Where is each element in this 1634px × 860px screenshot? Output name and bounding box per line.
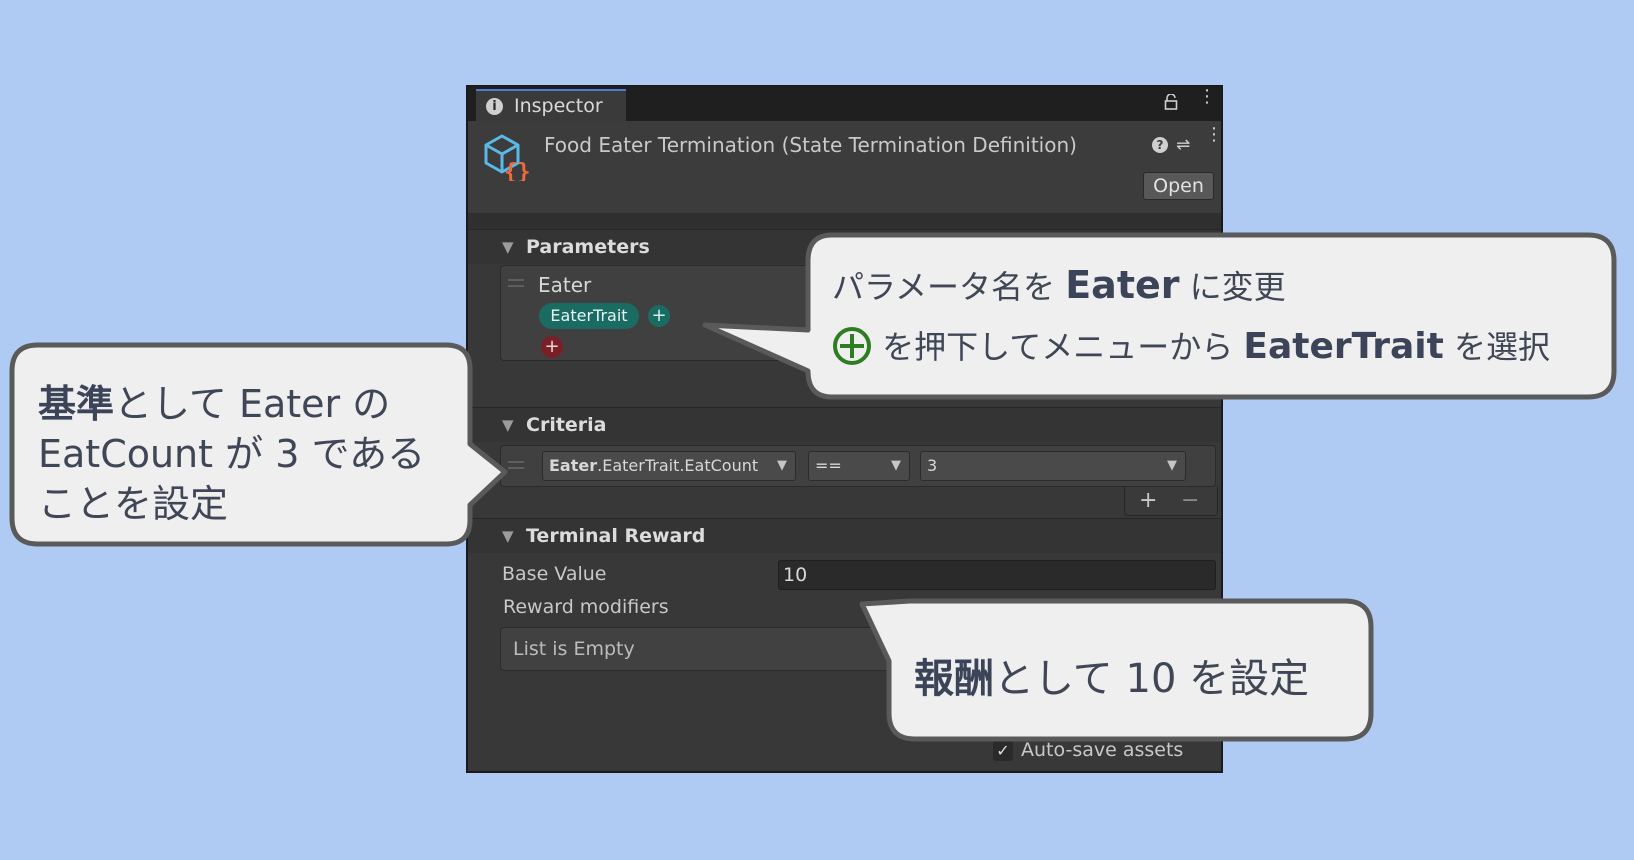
criteria-callout-line3: ことを設定 bbox=[38, 482, 229, 526]
params-callout-bubble bbox=[702, 232, 1617, 400]
reward-callout-rest: として 10 を設定 bbox=[994, 656, 1310, 702]
criteria-callout-text: として Eater の bbox=[114, 382, 391, 426]
criteria-callout-line1: 基準として Eater の bbox=[38, 373, 390, 428]
plus-circle-icon bbox=[833, 327, 871, 365]
params-callout-bold: EaterTrait bbox=[1243, 326, 1444, 367]
params-callout-text: を押下してメニューから bbox=[872, 328, 1244, 366]
params-callout-line2: を押下してメニューから EaterTrait を選択 bbox=[832, 322, 1550, 368]
reward-callout-text: 報酬として 10 を設定 bbox=[914, 646, 1309, 704]
params-callout-text: パラメータ名を bbox=[832, 268, 1066, 306]
params-callout-line1: パラメータ名を Eater に変更 bbox=[832, 262, 1286, 308]
reward-callout-bold: 報酬 bbox=[914, 656, 994, 702]
params-callout-text: を選択 bbox=[1443, 328, 1551, 366]
params-callout-text: に変更 bbox=[1179, 268, 1286, 306]
criteria-callout-bold: 基準 bbox=[38, 382, 115, 426]
params-callout-bold: Eater bbox=[1065, 263, 1180, 307]
criteria-callout-line2: EatCount が 3 である bbox=[38, 432, 426, 476]
